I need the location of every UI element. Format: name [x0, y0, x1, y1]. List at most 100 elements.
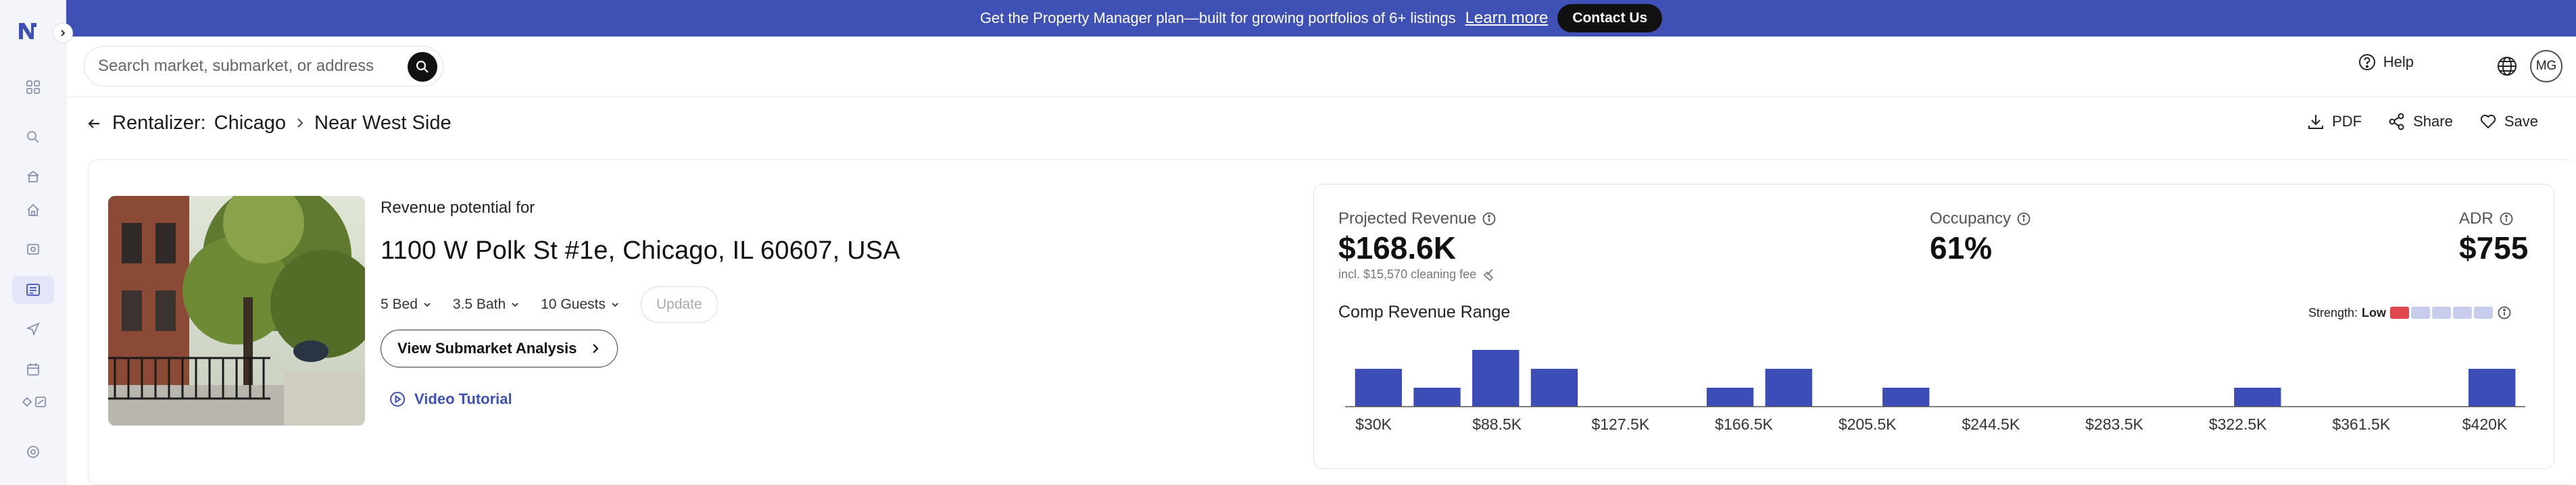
revenue-potential-label: Revenue potential for [381, 199, 535, 217]
banner-text: Get the Property Manager plan—built for … [979, 9, 1456, 26]
beds-dropdown[interactable]: 5 Bed [381, 297, 431, 313]
strength-segment [2390, 307, 2410, 319]
histogram-bar[interactable] [2234, 388, 2281, 407]
histogram-bar[interactable] [1882, 388, 1930, 407]
share-label: Share [2413, 113, 2453, 130]
contact-us-button[interactable]: Contact Us [1557, 4, 1663, 32]
heart-icon [2480, 114, 2496, 129]
submarket-button-label: View Submarket Analysis [397, 340, 577, 357]
analytics-icon[interactable] [19, 393, 50, 411]
download-icon [2308, 115, 2324, 129]
guests-value: 10 Guests [541, 297, 606, 312]
baths-value: 3.5 Bath [452, 297, 506, 312]
histogram-bar[interactable] [1413, 388, 1461, 407]
info-icon[interactable] [2499, 211, 2514, 226]
histogram-bar[interactable] [2468, 369, 2516, 407]
search-input[interactable] [98, 57, 395, 76]
histogram-bar[interactable] [1765, 369, 1812, 407]
x-tick-label: $88.5K [1472, 415, 1522, 433]
data-strength-indicator: Strength: Low [2308, 305, 2512, 320]
promo-banner: Get the Property Manager plan—built for … [66, 0, 2576, 36]
save-label: Save [2504, 113, 2538, 130]
strength-segment [2453, 307, 2473, 319]
help-icon [2358, 54, 2375, 70]
cleaning-fee-note: incl. $15,570 cleaning fee [1338, 267, 1495, 282]
top-header: Help MG [66, 36, 2576, 97]
chevron-down-icon [512, 303, 518, 307]
projected-revenue-text: Projected Revenue [1338, 209, 1477, 228]
help-label: Help [2383, 53, 2414, 70]
dashboard-icon[interactable] [24, 78, 42, 96]
play-circle-icon [390, 392, 405, 407]
home-icon[interactable] [24, 201, 42, 219]
search-button[interactable] [408, 52, 437, 82]
breadcrumb-area: Near West Side [314, 112, 452, 134]
help-button[interactable]: Help [2358, 53, 2414, 72]
language-globe-icon[interactable] [2495, 54, 2519, 78]
breadcrumb-city[interactable]: Chicago [214, 112, 286, 134]
breadcrumb-root[interactable]: Rentalizer: [112, 112, 206, 134]
occupancy-label: Occupancy [1930, 209, 2031, 228]
histogram-bar[interactable] [1706, 388, 1754, 407]
strength-value: Low [2362, 305, 2387, 320]
comp-revenue-histogram: $30K $88.5K $127.5K $166.5K $205.5K $244.5K $2… [1345, 350, 2525, 433]
view-submarket-analysis-button[interactable]: View Submarket Analysis [381, 330, 618, 367]
chevron-down-icon [424, 303, 431, 307]
search-bar [84, 46, 443, 86]
histogram-bar[interactable] [1355, 369, 1403, 407]
expand-sidebar-button[interactable] [53, 23, 73, 43]
histogram-bar[interactable] [1530, 369, 1578, 407]
adr-label: ADR [2459, 209, 2514, 228]
share-icon [2389, 113, 2404, 130]
occupancy-text: Occupancy [1930, 209, 2012, 228]
rentalizer-icon[interactable] [12, 276, 54, 304]
info-icon[interactable] [1482, 211, 1497, 226]
portfolio-icon[interactable] [24, 168, 42, 185]
breadcrumb: Rentalizer: Chicago Near West Side [87, 112, 452, 134]
listings-icon[interactable] [24, 240, 42, 258]
x-tick-label: $420K [2462, 415, 2508, 433]
guests-dropdown[interactable]: 10 Guests [541, 297, 619, 313]
search-icon [416, 60, 429, 73]
occupancy-value: 61% [1930, 230, 1993, 265]
user-avatar[interactable]: MG [2530, 50, 2562, 82]
baths-dropdown[interactable]: 3.5 Bath [453, 297, 519, 313]
property-options: 5 Bed 3.5 Bath 10 Guests Update [381, 286, 718, 323]
pdf-button[interactable]: PDF [2306, 112, 2362, 131]
x-tick-label: $166.5K [1715, 415, 1773, 433]
search-nav-icon[interactable] [24, 128, 42, 146]
x-tick-label: $322.5K [2209, 415, 2267, 433]
comp-revenue-range-title: Comp Revenue Range [1338, 303, 1511, 322]
back-arrow-icon[interactable] [87, 115, 104, 132]
cleaning-fee-text: incl. $15,570 cleaning fee [1338, 267, 1477, 281]
send-icon[interactable] [24, 320, 42, 338]
page-actions: PDF Share Save [2306, 112, 2538, 131]
update-button[interactable]: Update [640, 286, 718, 323]
strength-segment [2474, 307, 2494, 319]
broom-icon [1484, 268, 1494, 281]
x-tick-label: $205.5K [1839, 415, 1897, 433]
histogram-bar[interactable] [1472, 350, 1520, 407]
pdf-label: PDF [2332, 113, 2362, 130]
x-tick-label: $127.5K [1591, 415, 1649, 433]
strength-segment [2432, 307, 2452, 319]
chevron-right-icon [294, 112, 306, 134]
beds-value: 5 Bed [381, 297, 418, 312]
x-tick-label: $361.5K [2332, 415, 2390, 433]
settings-icon[interactable] [24, 443, 42, 461]
property-address: 1100 W Polk St #1e, Chicago, IL 60607, U… [381, 236, 900, 265]
app-logo-icon[interactable] [15, 18, 41, 43]
learn-more-link[interactable]: Learn more [1465, 9, 1549, 28]
calendar-icon[interactable] [24, 361, 42, 378]
save-button[interactable]: Save [2479, 112, 2538, 131]
chevron-down-icon [612, 303, 618, 307]
x-tick-label: $244.5K [1962, 415, 2020, 433]
share-button[interactable]: Share [2387, 112, 2453, 131]
video-tutorial-label: Video Tutorial [414, 390, 512, 407]
info-icon[interactable] [2497, 305, 2512, 320]
adr-text: ADR [2459, 209, 2494, 228]
strength-meter [2390, 307, 2494, 319]
x-tick-label: $283.5K [2085, 415, 2143, 433]
info-icon[interactable] [2016, 211, 2031, 226]
video-tutorial-link[interactable]: Video Tutorial [389, 390, 512, 408]
